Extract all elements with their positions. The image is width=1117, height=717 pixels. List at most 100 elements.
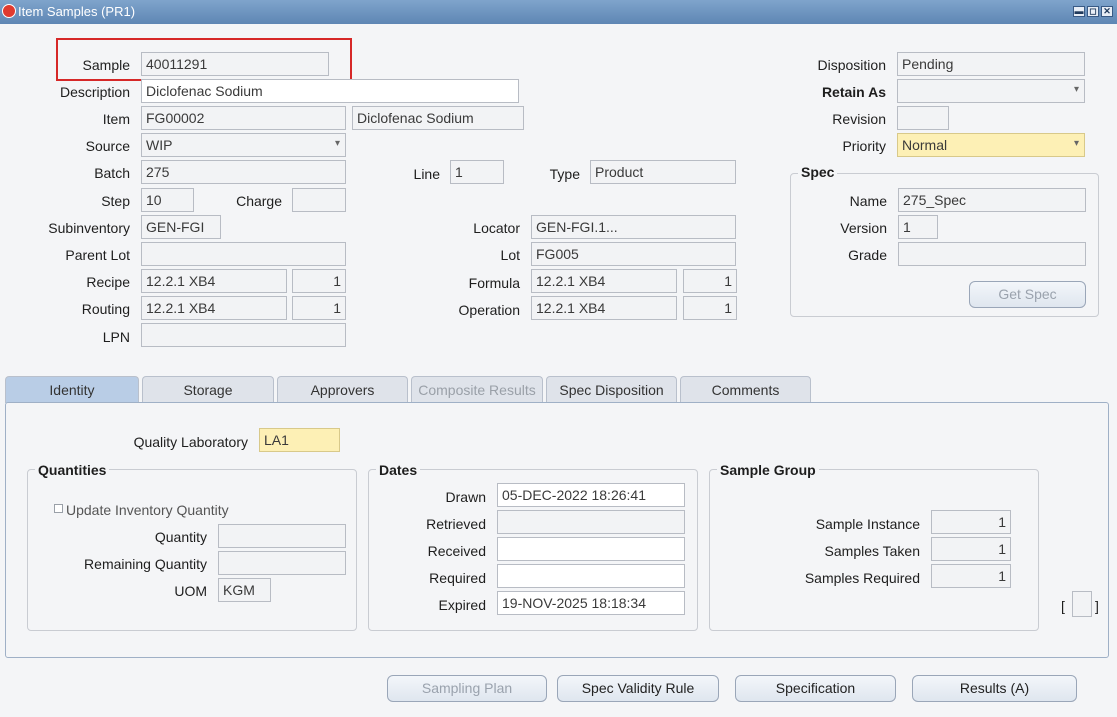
- minimize-icon[interactable]: ▬: [1073, 6, 1085, 17]
- samples-required-label: Samples Required: [804, 570, 920, 586]
- step-field[interactable]: 10: [141, 188, 194, 212]
- revision-label: Revision: [832, 111, 886, 127]
- type-field: Product: [590, 160, 736, 184]
- chevron-down-icon[interactable]: ▾: [1074, 84, 1079, 95]
- expired-label: Expired: [438, 597, 486, 613]
- tab-spec-disposition[interactable]: Spec Disposition: [546, 376, 677, 403]
- required-label: Required: [429, 570, 486, 586]
- update-inventory-checkbox[interactable]: [54, 504, 63, 513]
- chevron-down-icon[interactable]: ▾: [1074, 138, 1079, 149]
- lpn-label: LPN: [102, 329, 130, 345]
- disposition-field: Pending: [897, 52, 1085, 76]
- get-spec-button[interactable]: Get Spec: [969, 281, 1086, 308]
- tab-comments[interactable]: Comments: [680, 376, 811, 403]
- spec-group-title: Spec: [798, 164, 838, 180]
- description-field[interactable]: Diclofenac Sodium: [141, 79, 519, 103]
- spec-validity-rule-button[interactable]: Spec Validity Rule: [557, 675, 719, 702]
- charge-label: Charge: [236, 193, 282, 209]
- drawn-label: Drawn: [445, 489, 486, 505]
- operation-field[interactable]: 12.2.1 XB4: [531, 296, 677, 320]
- source-select[interactable]: WIP ▾: [141, 133, 346, 157]
- drawn-field[interactable]: 05-DEC-2022 18:26:41: [497, 483, 685, 507]
- sample-value: 40011291: [146, 56, 208, 72]
- quality-laboratory-field[interactable]: LA1: [259, 428, 340, 452]
- formula-field[interactable]: 12.2.1 XB4: [531, 269, 677, 293]
- retrieved-label: Retrieved: [426, 516, 486, 532]
- quality-laboratory-label: Quality Laboratory: [133, 434, 248, 450]
- uom-field[interactable]: KGM: [218, 578, 271, 602]
- locator-field[interactable]: GEN-FGI.1...: [531, 215, 736, 239]
- revision-field[interactable]: [897, 106, 949, 130]
- maximize-icon[interactable]: ◻: [1087, 6, 1099, 17]
- priority-select[interactable]: Normal ▾: [897, 133, 1085, 157]
- tab-composite-results[interactable]: Composite Results: [411, 376, 543, 403]
- quantities-group: [27, 469, 357, 631]
- specification-button[interactable]: Specification: [735, 675, 896, 702]
- received-field[interactable]: [497, 537, 685, 561]
- flexfield-bracket-left: [: [1061, 598, 1065, 614]
- results-button[interactable]: Results (A): [912, 675, 1077, 702]
- subinventory-field[interactable]: GEN-FGI: [141, 215, 221, 239]
- lot-label: Lot: [500, 247, 520, 263]
- samples-taken-field: 1: [931, 537, 1011, 561]
- quantities-group-title: Quantities: [35, 462, 110, 478]
- samples-required-field: 1: [931, 564, 1011, 588]
- batch-label: Batch: [94, 165, 130, 181]
- sample-field[interactable]: 40011291: [141, 52, 329, 76]
- spec-version-field[interactable]: 1: [898, 215, 938, 239]
- recipe-field[interactable]: 12.2.1 XB4: [141, 269, 287, 293]
- type-label: Type: [549, 166, 580, 182]
- operation-label: Operation: [458, 302, 520, 318]
- sample-instance-label: Sample Instance: [815, 516, 920, 532]
- disposition-label: Disposition: [817, 57, 886, 73]
- spec-version-label: Version: [840, 220, 887, 236]
- spec-name-label: Name: [849, 193, 887, 209]
- chevron-down-icon[interactable]: ▾: [335, 138, 340, 149]
- line-field[interactable]: 1: [450, 160, 504, 184]
- sample-label: Sample: [82, 57, 130, 73]
- step-label: Step: [101, 193, 130, 209]
- parent-lot-field[interactable]: [141, 242, 346, 266]
- window-title: Item Samples (PR1): [18, 4, 136, 19]
- quantity-field[interactable]: [218, 524, 346, 548]
- locator-label: Locator: [473, 220, 520, 236]
- remaining-quantity-field[interactable]: [218, 551, 346, 575]
- item-label: Item: [102, 111, 130, 127]
- priority-label: Priority: [842, 138, 886, 154]
- dates-group-title: Dates: [376, 462, 421, 478]
- lot-field[interactable]: FG005: [531, 242, 736, 266]
- retrieved-field[interactable]: [497, 510, 685, 534]
- flexfield-bracket-right: ]: [1095, 598, 1099, 614]
- oracle-icon: [2, 4, 16, 18]
- sampling-plan-button[interactable]: Sampling Plan: [387, 675, 547, 702]
- required-field[interactable]: [497, 564, 685, 588]
- remaining-quantity-label: Remaining Quantity: [84, 556, 207, 572]
- item-field[interactable]: FG00002: [141, 106, 346, 130]
- spec-name-field[interactable]: 275_Spec: [898, 188, 1086, 212]
- batch-field[interactable]: 275: [141, 160, 346, 184]
- tab-identity[interactable]: Identity: [5, 376, 139, 403]
- parent-lot-label: Parent Lot: [65, 247, 130, 263]
- retain-as-select[interactable]: ▾: [897, 79, 1085, 103]
- grade-field[interactable]: [898, 242, 1086, 266]
- update-inventory-label: Update Inventory Quantity: [66, 502, 229, 518]
- retain-as-label: Retain As: [821, 84, 886, 100]
- recipe-label: Recipe: [86, 274, 130, 290]
- expired-field[interactable]: 19-NOV-2025 18:18:34: [497, 591, 685, 615]
- grade-label: Grade: [848, 247, 887, 263]
- priority-value: Normal: [902, 137, 948, 153]
- charge-field[interactable]: [292, 188, 346, 212]
- flexfield-field[interactable]: [1072, 591, 1092, 617]
- operation-version-field: 1: [683, 296, 737, 320]
- routing-field[interactable]: 12.2.1 XB4: [141, 296, 287, 320]
- close-icon[interactable]: ✕: [1101, 6, 1113, 17]
- description-label: Description: [59, 84, 130, 100]
- subinventory-label: Subinventory: [48, 220, 130, 236]
- tab-storage[interactable]: Storage: [142, 376, 274, 403]
- source-label: Source: [85, 138, 130, 154]
- routing-label: Routing: [81, 301, 130, 317]
- tab-approvers[interactable]: Approvers: [277, 376, 408, 403]
- samples-taken-label: Samples Taken: [824, 543, 920, 559]
- source-value: WIP: [146, 137, 173, 153]
- lpn-field[interactable]: [141, 323, 346, 347]
